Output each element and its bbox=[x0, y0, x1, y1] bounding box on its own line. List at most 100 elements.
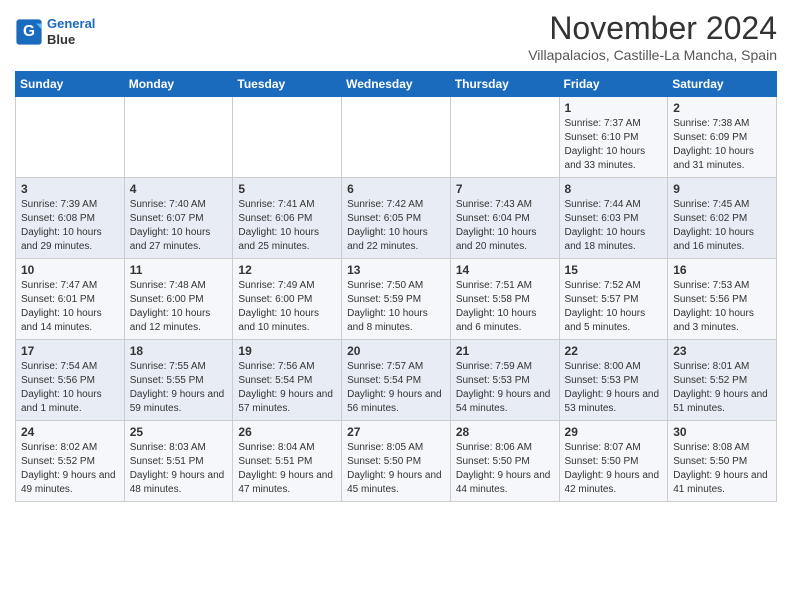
day-info: Sunrise: 8:04 AM Sunset: 5:51 PM Dayligh… bbox=[238, 441, 336, 497]
weekday-header-saturday: Saturday bbox=[668, 72, 777, 97]
day-info: Sunrise: 7:40 AM Sunset: 6:07 PM Dayligh… bbox=[130, 198, 228, 254]
day-number: 6 bbox=[347, 182, 445, 196]
calendar-cell: 14 Sunrise: 7:51 AM Sunset: 5:58 PM Dayli… bbox=[450, 259, 559, 340]
day-number: 1 bbox=[565, 101, 663, 115]
day-info: Sunrise: 8:06 AM Sunset: 5:50 PM Dayligh… bbox=[456, 441, 554, 497]
calendar-cell bbox=[16, 97, 125, 178]
calendar-cell: 1 Sunrise: 7:37 AM Sunset: 6:10 PM Daylig… bbox=[559, 97, 668, 178]
day-number: 8 bbox=[565, 182, 663, 196]
day-number: 23 bbox=[673, 344, 771, 358]
day-number: 18 bbox=[130, 344, 228, 358]
calendar-week-row: 17 Sunrise: 7:54 AM Sunset: 5:56 PM Dayli… bbox=[16, 340, 777, 421]
day-info: Sunrise: 7:42 AM Sunset: 6:05 PM Dayligh… bbox=[347, 198, 445, 254]
day-number: 27 bbox=[347, 425, 445, 439]
day-number: 9 bbox=[673, 182, 771, 196]
day-info: Sunrise: 7:49 AM Sunset: 6:00 PM Dayligh… bbox=[238, 279, 336, 335]
calendar-cell: 17 Sunrise: 7:54 AM Sunset: 5:56 PM Dayli… bbox=[16, 340, 125, 421]
day-info: Sunrise: 7:43 AM Sunset: 6:04 PM Dayligh… bbox=[456, 198, 554, 254]
calendar-cell bbox=[233, 97, 342, 178]
calendar-cell bbox=[124, 97, 233, 178]
day-number: 24 bbox=[21, 425, 119, 439]
calendar-cell: 18Sunrise: 7:55 AM Sunset: 5:55 PM Dayli… bbox=[124, 340, 233, 421]
calendar-cell: 4 Sunrise: 7:40 AM Sunset: 6:07 PM Daylig… bbox=[124, 178, 233, 259]
day-info: Sunrise: 7:37 AM Sunset: 6:10 PM Dayligh… bbox=[565, 117, 663, 173]
day-info: Sunrise: 7:52 AM Sunset: 5:57 PM Dayligh… bbox=[565, 279, 663, 335]
calendar-cell: 21Sunrise: 7:59 AM Sunset: 5:53 PM Dayli… bbox=[450, 340, 559, 421]
day-info: Sunrise: 8:08 AM Sunset: 5:50 PM Dayligh… bbox=[673, 441, 771, 497]
day-info: Sunrise: 8:07 AM Sunset: 5:50 PM Dayligh… bbox=[565, 441, 663, 497]
day-info: Sunrise: 7:45 AM Sunset: 6:02 PM Dayligh… bbox=[673, 198, 771, 254]
day-number: 19 bbox=[238, 344, 336, 358]
calendar-cell: 3Sunrise: 7:39 AM Sunset: 6:08 PM Daylig… bbox=[16, 178, 125, 259]
day-number: 13 bbox=[347, 263, 445, 277]
calendar-week-row: 1 Sunrise: 7:37 AM Sunset: 6:10 PM Daylig… bbox=[16, 97, 777, 178]
day-info: Sunrise: 7:56 AM Sunset: 5:54 PM Dayligh… bbox=[238, 360, 336, 416]
day-number: 15 bbox=[565, 263, 663, 277]
calendar-cell: 9 Sunrise: 7:45 AM Sunset: 6:02 PM Daylig… bbox=[668, 178, 777, 259]
calendar-cell: 22Sunrise: 8:00 AM Sunset: 5:53 PM Dayli… bbox=[559, 340, 668, 421]
weekday-header-row: SundayMondayTuesdayWednesdayThursdayFrid… bbox=[16, 72, 777, 97]
day-number: 2 bbox=[673, 101, 771, 115]
day-info: Sunrise: 7:59 AM Sunset: 5:53 PM Dayligh… bbox=[456, 360, 554, 416]
day-info: Sunrise: 7:50 AM Sunset: 5:59 PM Dayligh… bbox=[347, 279, 445, 335]
calendar-week-row: 3Sunrise: 7:39 AM Sunset: 6:08 PM Daylig… bbox=[16, 178, 777, 259]
calendar-cell: 23 Sunrise: 8:01 AM Sunset: 5:52 PM Dayli… bbox=[668, 340, 777, 421]
calendar-cell: 29 Sunrise: 8:07 AM Sunset: 5:50 PM Dayli… bbox=[559, 421, 668, 502]
day-info: Sunrise: 7:48 AM Sunset: 6:00 PM Dayligh… bbox=[130, 279, 228, 335]
calendar-cell: 25 Sunrise: 8:03 AM Sunset: 5:51 PM Dayli… bbox=[124, 421, 233, 502]
day-info: Sunrise: 7:54 AM Sunset: 5:56 PM Dayligh… bbox=[21, 360, 119, 416]
day-number: 30 bbox=[673, 425, 771, 439]
logo: G General Blue bbox=[15, 16, 95, 47]
weekday-header-wednesday: Wednesday bbox=[342, 72, 451, 97]
day-number: 25 bbox=[130, 425, 228, 439]
day-info: Sunrise: 8:05 AM Sunset: 5:50 PM Dayligh… bbox=[347, 441, 445, 497]
day-number: 14 bbox=[456, 263, 554, 277]
calendar-week-row: 10 Sunrise: 7:47 AM Sunset: 6:01 PM Dayli… bbox=[16, 259, 777, 340]
day-info: Sunrise: 8:03 AM Sunset: 5:51 PM Dayligh… bbox=[130, 441, 228, 497]
day-number: 29 bbox=[565, 425, 663, 439]
day-number: 17 bbox=[21, 344, 119, 358]
day-info: Sunrise: 7:38 AM Sunset: 6:09 PM Dayligh… bbox=[673, 117, 771, 173]
calendar-cell: 24 Sunrise: 8:02 AM Sunset: 5:52 PM Dayli… bbox=[16, 421, 125, 502]
calendar-cell: 2 Sunrise: 7:38 AM Sunset: 6:09 PM Daylig… bbox=[668, 97, 777, 178]
logo-icon: G bbox=[15, 18, 43, 46]
logo-text-general: General bbox=[47, 16, 95, 32]
calendar-body: 1 Sunrise: 7:37 AM Sunset: 6:10 PM Daylig… bbox=[16, 97, 777, 502]
calendar-cell bbox=[450, 97, 559, 178]
day-number: 7 bbox=[456, 182, 554, 196]
logo-text-blue: Blue bbox=[47, 32, 95, 48]
calendar-week-row: 24 Sunrise: 8:02 AM Sunset: 5:52 PM Dayli… bbox=[16, 421, 777, 502]
calendar-cell: 10 Sunrise: 7:47 AM Sunset: 6:01 PM Dayli… bbox=[16, 259, 125, 340]
weekday-header-friday: Friday bbox=[559, 72, 668, 97]
svg-text:G: G bbox=[23, 23, 35, 40]
calendar-cell: 20 Sunrise: 7:57 AM Sunset: 5:54 PM Dayli… bbox=[342, 340, 451, 421]
day-info: Sunrise: 7:47 AM Sunset: 6:01 PM Dayligh… bbox=[21, 279, 119, 335]
title-area: November 2024 Villapalacios, Castille-La… bbox=[528, 10, 777, 63]
day-number: 20 bbox=[347, 344, 445, 358]
calendar-cell: 13 Sunrise: 7:50 AM Sunset: 5:59 PM Dayli… bbox=[342, 259, 451, 340]
calendar-table: SundayMondayTuesdayWednesdayThursdayFrid… bbox=[15, 71, 777, 502]
calendar-cell: 6 Sunrise: 7:42 AM Sunset: 6:05 PM Daylig… bbox=[342, 178, 451, 259]
day-number: 11 bbox=[130, 263, 228, 277]
day-number: 3 bbox=[21, 182, 119, 196]
calendar-cell: 12 Sunrise: 7:49 AM Sunset: 6:00 PM Dayli… bbox=[233, 259, 342, 340]
calendar-cell: 15 Sunrise: 7:52 AM Sunset: 5:57 PM Dayli… bbox=[559, 259, 668, 340]
calendar-cell: 26Sunrise: 8:04 AM Sunset: 5:51 PM Dayli… bbox=[233, 421, 342, 502]
day-number: 16 bbox=[673, 263, 771, 277]
day-number: 12 bbox=[238, 263, 336, 277]
day-number: 22 bbox=[565, 344, 663, 358]
weekday-header-thursday: Thursday bbox=[450, 72, 559, 97]
calendar-cell: 19 Sunrise: 7:56 AM Sunset: 5:54 PM Dayli… bbox=[233, 340, 342, 421]
day-info: Sunrise: 8:01 AM Sunset: 5:52 PM Dayligh… bbox=[673, 360, 771, 416]
day-number: 4 bbox=[130, 182, 228, 196]
location-title: Villapalacios, Castille-La Mancha, Spain bbox=[528, 47, 777, 63]
day-number: 10 bbox=[21, 263, 119, 277]
weekday-header-monday: Monday bbox=[124, 72, 233, 97]
day-info: Sunrise: 8:02 AM Sunset: 5:52 PM Dayligh… bbox=[21, 441, 119, 497]
day-info: Sunrise: 7:57 AM Sunset: 5:54 PM Dayligh… bbox=[347, 360, 445, 416]
day-info: Sunrise: 7:51 AM Sunset: 5:58 PM Dayligh… bbox=[456, 279, 554, 335]
weekday-header-tuesday: Tuesday bbox=[233, 72, 342, 97]
calendar-cell bbox=[342, 97, 451, 178]
calendar-header: SundayMondayTuesdayWednesdayThursdayFrid… bbox=[16, 72, 777, 97]
calendar-cell: 5Sunrise: 7:41 AM Sunset: 6:06 PM Daylig… bbox=[233, 178, 342, 259]
